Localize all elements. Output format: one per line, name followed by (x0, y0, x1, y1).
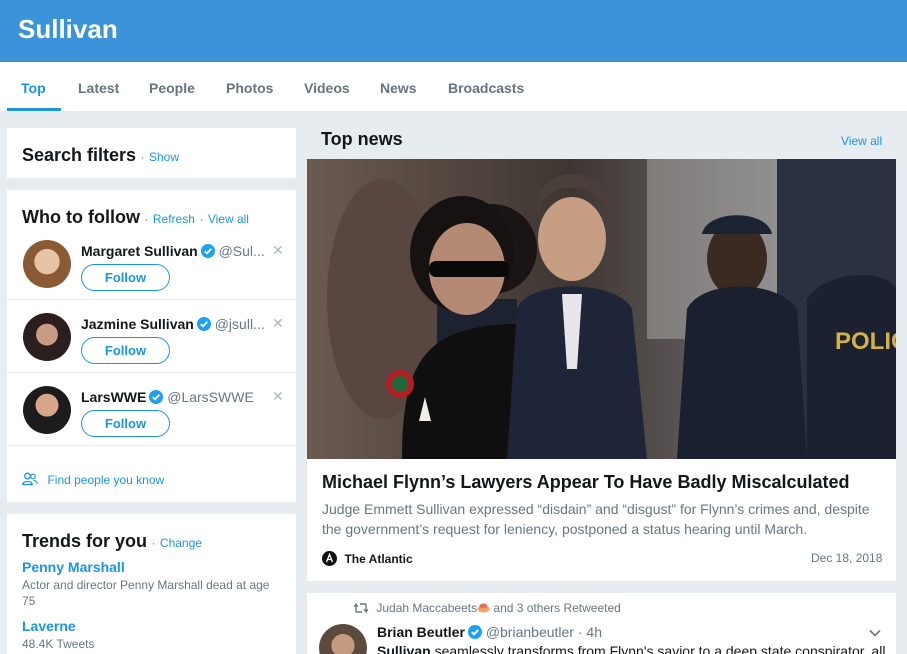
retweet-context: Judah Maccabeets and 3 others Retweeted (353, 601, 621, 615)
trend-tweet-count: 48.4K Tweets (22, 637, 95, 651)
search-filters-title: Search filters (22, 145, 137, 165)
verified-icon (149, 390, 164, 404)
follow-button[interactable]: Follow (81, 337, 170, 364)
trends-card: Trends for you · Change Penny Marshall A… (7, 514, 296, 654)
separator-dot: · (199, 212, 204, 226)
news-headline[interactable]: Michael Flynn’s Lawyers Appear To Have B… (322, 472, 850, 493)
retweet-icon (353, 602, 369, 614)
view-all-follow-link[interactable]: View all (208, 212, 249, 226)
user-name-link[interactable]: Jazmine Sullivan @jsull... (81, 316, 265, 332)
close-icon[interactable]: ✕ (272, 242, 284, 259)
tweet-author-name[interactable]: Brian Beutler (377, 624, 465, 640)
who-to-follow-title: Who to follow (22, 207, 140, 227)
tab-latest[interactable]: Latest (78, 80, 119, 96)
user-handle: @jsull... (214, 316, 265, 332)
follow-button[interactable]: Follow (81, 264, 170, 291)
tweet-timestamp[interactable]: 4h (586, 624, 602, 640)
follow-suggestion: Margaret Sullivan @Sul... ✕ Follow (7, 227, 296, 300)
news-source[interactable]: The Atlantic (344, 552, 412, 566)
tweet-text-rest: seamlessly transforms from Flynn's savio… (434, 643, 886, 654)
top-news-title: Top news (321, 129, 403, 149)
separator-dot: · (144, 212, 149, 226)
news-article-card[interactable]: Michael Flynn’s Lawyers Appear To Have B… (307, 459, 896, 581)
tab-broadcasts[interactable]: Broadcasts (448, 80, 524, 96)
tab-videos[interactable]: Videos (304, 80, 350, 96)
avatar[interactable] (23, 386, 71, 434)
close-icon[interactable]: ✕ (272, 315, 284, 332)
search-filters-card: Search filters · Show (7, 128, 296, 178)
user-name: LarsWWE (81, 389, 147, 405)
avatar[interactable] (319, 624, 367, 654)
active-tab-indicator (7, 108, 61, 111)
user-name-link[interactable]: Margaret Sullivan @Sul... (81, 243, 265, 259)
verified-icon (196, 317, 211, 331)
tweet-text-highlight: Sullivan (377, 643, 431, 654)
tweet-card[interactable]: Judah Maccabeets and 3 others Retweeted … (307, 593, 896, 654)
close-icon[interactable]: ✕ (272, 388, 284, 405)
find-people-link[interactable]: Find people you know (22, 471, 164, 489)
avatar[interactable] (23, 313, 71, 361)
user-name: Margaret Sullivan (81, 243, 198, 259)
separator-dot: · (577, 624, 583, 640)
trend-name: Penny Marshall (22, 559, 125, 575)
retweeter-name[interactable]: Judah Maccabeets (376, 601, 477, 615)
tab-photos[interactable]: Photos (226, 80, 273, 96)
news-date: Dec 18, 2018 (811, 551, 883, 565)
tweet-text: Sullivan seamlessly transforms from Flyn… (377, 643, 885, 654)
tab-news[interactable]: News (380, 80, 417, 96)
verified-icon (467, 625, 482, 639)
change-trends-link[interactable]: Change (160, 536, 202, 550)
user-name-link[interactable]: LarsWWE @LarsSWWE (81, 389, 254, 405)
search-header: Sullivan (0, 0, 907, 62)
trend-item[interactable]: Laverne 48.4K Tweets (22, 618, 284, 652)
atlantic-logo-icon (322, 551, 337, 566)
police-badge-text: POLICE (835, 328, 896, 355)
user-handle: @Sul... (218, 243, 265, 259)
search-tabs: Top Latest People Photos Videos News Bro… (0, 62, 907, 112)
people-icon (22, 472, 38, 486)
user-handle: @LarsSWWE (167, 389, 254, 405)
retweet-rest: and 3 others Retweeted (493, 601, 621, 615)
show-filters-link[interactable]: Show (149, 150, 179, 164)
tab-top[interactable]: Top (21, 80, 46, 96)
separator-dot: · (151, 536, 156, 550)
trend-item[interactable]: Penny Marshall Actor and director Penny … (22, 559, 284, 609)
verified-icon (200, 244, 215, 258)
tweet-author-handle[interactable]: @brianbeutler (486, 624, 574, 640)
find-people-label: Find people you know (47, 473, 165, 487)
who-to-follow-card: Who to follow · Refresh · View all Marga… (7, 190, 296, 502)
separator-dot: · (140, 150, 145, 164)
avatar[interactable] (23, 240, 71, 288)
refresh-link[interactable]: Refresh (153, 212, 195, 226)
follow-suggestion: LarsWWE @LarsSWWE ✕ Follow (7, 373, 296, 446)
view-all-news-link[interactable]: View all (841, 134, 882, 148)
emoji-icon (477, 603, 490, 613)
news-photo[interactable]: POLICE (307, 159, 896, 459)
trend-name: Laverne (22, 618, 76, 634)
search-query-title: Sullivan (18, 14, 118, 44)
follow-button[interactable]: Follow (81, 410, 170, 437)
follow-suggestion: Jazmine Sullivan @jsull... ✕ Follow (7, 300, 296, 373)
chevron-down-icon[interactable] (868, 628, 882, 638)
trends-title: Trends for you (22, 531, 148, 551)
tab-people[interactable]: People (149, 80, 195, 96)
user-name: Jazmine Sullivan (81, 316, 194, 332)
news-summary: Judge Emmett Sullivan expressed “disdain… (322, 501, 870, 537)
trend-description: Actor and director Penny Marshall dead a… (22, 578, 270, 608)
